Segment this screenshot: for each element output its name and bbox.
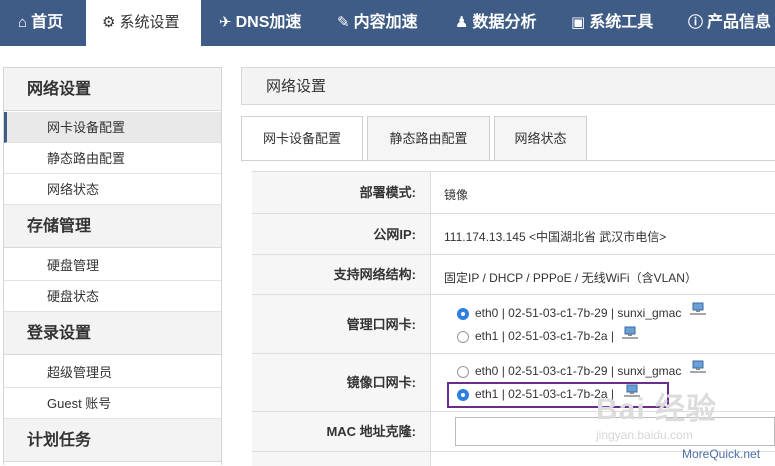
row-public-ip: 公网IP: 111.174.13.145 <中国湖北省 武汉市电信> (252, 213, 775, 255)
nav-home[interactable]: ⌂ 首页 (0, 0, 86, 46)
nav-label: DNS加速 (235, 14, 302, 31)
tab-nic-config[interactable]: 网卡设备配置 (241, 116, 363, 162)
user-chart-icon: ♟ (455, 14, 469, 31)
home-icon: ⌂ (18, 14, 28, 31)
mirror-eth0-label: eth0 | 02-51-03-c1-7b-29 | sunxi_gmac (475, 364, 682, 378)
mirror-nic-label: 镜像口网卡: (252, 354, 431, 412)
nav-label: 系统工具 (589, 14, 654, 31)
nav-product-info[interactable]: ⓘ 产品信息 (688, 0, 771, 46)
sidebar-item-disk-status[interactable]: 硬盘状态 (4, 281, 221, 312)
nav-label: 首页 (31, 14, 64, 31)
panel-title: 网络设置 (241, 67, 775, 105)
tab-divider (241, 160, 775, 161)
nav-dns-accel[interactable]: ✈ DNS加速 (219, 0, 301, 46)
mgmt-nic-label: 管理口网卡: (252, 295, 431, 354)
mirror-eth0-radio[interactable] (457, 366, 469, 378)
sidebar-group-network[interactable]: 网络设置 (4, 68, 221, 111)
top-nav: ⌂ 首页 ⚙ 系统设置 ✈ DNS加速 ✎ 内容加速 ♟ 数据分析 ▣ 系统工具 ⓘ 产品信息 (0, 0, 775, 46)
info-icon: ⓘ (688, 14, 704, 31)
sidebar-item-network-status[interactable]: 网络状态 (4, 174, 221, 205)
deploy-mode-value: 镜像 (444, 188, 469, 202)
mirror-eth1-label: eth1 | 02-51-03-c1-7b-2a | (475, 387, 614, 401)
deploy-mode-label: 部署模式: (252, 172, 431, 214)
mgmt-eth0-label: eth0 | 02-51-03-c1-7b-29 | sunxi_gmac (475, 306, 682, 320)
tab-network-status[interactable]: 网络状态 (494, 116, 587, 161)
sidebar-item-guest-account[interactable]: Guest 账号 (4, 388, 221, 419)
public-ip-value: 111.174.13.145 <中国湖北省 武汉市电信> (444, 230, 667, 244)
sidebar: 网络设置 网卡设备配置 静态路由配置 网络状态 存储管理 硬盘管理 硬盘状态 登… (3, 67, 222, 465)
sidebar-item-nic-config[interactable]: 网卡设备配置 (4, 112, 221, 143)
nav-label: 产品信息 (707, 14, 772, 31)
mgmt-eth1-radio[interactable] (457, 331, 469, 343)
network-icon (690, 302, 706, 315)
network-structure-value: 固定IP / DHCP / PPPoE / 无线WiFi（含VLAN） (444, 271, 697, 285)
mac-clone-label: MAC 地址克隆: (252, 412, 431, 452)
sidebar-group-login[interactable]: 登录设置 (4, 312, 221, 355)
baidu-watermark: Bai 经验 (596, 393, 718, 426)
nav-system-settings[interactable]: ⚙ 系统设置 (86, 0, 201, 46)
sidebar-group-schedule[interactable]: 计划任务 (4, 419, 221, 462)
tab-bar: 网卡设备配置 静态路由配置 网络状态 (241, 116, 775, 162)
network-icon (622, 326, 638, 339)
tab-static-route[interactable]: 静态路由配置 (367, 116, 490, 161)
sidebar-group-storage[interactable]: 存储管理 (4, 205, 221, 248)
network-structure-label: 支持网络结构: (252, 255, 431, 295)
edit-icon: ✎ (337, 14, 350, 31)
row-mgmt-nic: 管理口网卡: eth0 | 02-51-03-c1-7b-29 | sunxi_… (252, 294, 775, 354)
nav-label: 数据分析 (472, 14, 537, 31)
row-network-structure: 支持网络结构: 固定IP / DHCP / PPPoE / 无线WiFi（含VL… (252, 254, 775, 295)
briefcase-icon: ▣ (571, 14, 586, 31)
corner-watermark: MoreQuick.net (682, 447, 761, 461)
network-icon (690, 360, 706, 373)
baidu-url-watermark: jingyan.baidu.com (596, 428, 693, 442)
nav-system-tools[interactable]: ▣ 系统工具 (571, 0, 653, 46)
nav-content-accel[interactable]: ✎ 内容加速 (337, 0, 418, 46)
send-icon: ✈ (219, 14, 232, 31)
gear-icon: ⚙ (102, 14, 116, 31)
sidebar-item-super-admin[interactable]: 超级管理员 (4, 357, 221, 388)
public-ip-label: 公网IP: (252, 214, 431, 255)
sidebar-item-static-route[interactable]: 静态路由配置 (4, 143, 221, 174)
row-deploy-mode: 部署模式: 镜像 (252, 171, 775, 214)
nav-label: 系统设置 (119, 14, 180, 31)
mgmt-eth1-label: eth1 | 02-51-03-c1-7b-2a | (475, 329, 614, 343)
sidebar-item-disk-manage[interactable]: 硬盘管理 (4, 250, 221, 281)
nav-data-analysis[interactable]: ♟ 数据分析 (455, 0, 536, 46)
mirror-eth1-radio[interactable] (457, 389, 469, 401)
nav-label: 内容加速 (353, 14, 418, 31)
mgmt-eth0-radio[interactable] (457, 308, 469, 320)
